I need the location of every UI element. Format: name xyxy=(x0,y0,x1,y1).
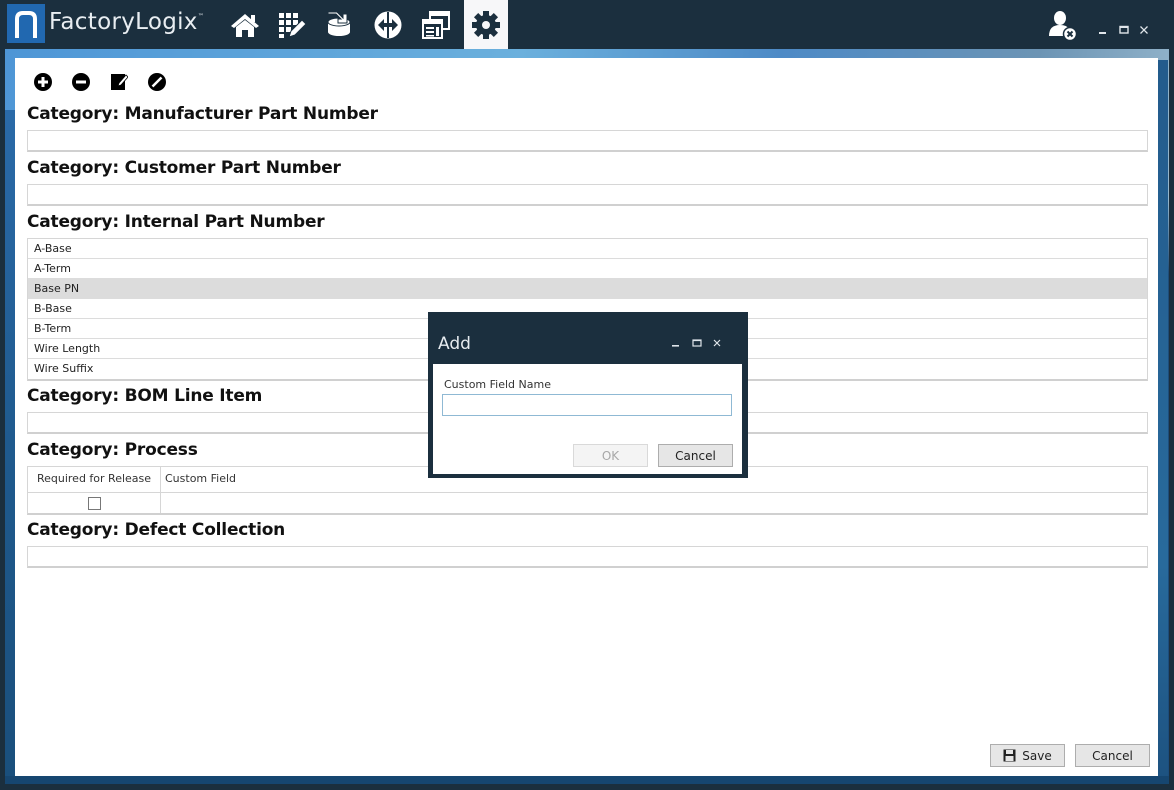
minimize-icon xyxy=(672,345,679,347)
dialog-minimize-button[interactable] xyxy=(670,337,682,349)
frame-left-edge xyxy=(5,110,15,780)
add-button[interactable] xyxy=(33,72,53,92)
category-prefix: Category: xyxy=(27,440,119,460)
custom-field-name-label: Custom Field Name xyxy=(444,378,551,391)
database-import-icon xyxy=(327,11,351,36)
list-item-selected[interactable]: Base PN xyxy=(28,279,1147,299)
category-prefix: Category: xyxy=(27,212,119,232)
custom-field-name-input[interactable] xyxy=(442,394,732,416)
minimize-icon xyxy=(1099,32,1106,34)
windows-icon xyxy=(422,10,450,39)
list-item[interactable]: A-Base xyxy=(28,239,1147,259)
defect-collection-list[interactable] xyxy=(27,546,1148,568)
home-icon xyxy=(231,13,259,37)
brand-prefix: Factory xyxy=(49,9,136,35)
nav-home[interactable] xyxy=(223,0,267,49)
category-prefix: Category: xyxy=(27,386,119,406)
category-name: Defect Collection xyxy=(124,520,286,540)
column-header-required[interactable]: Required for Release xyxy=(28,467,161,492)
app-logo xyxy=(7,4,45,43)
add-dialog: Add Custom Field Name OK Cancel xyxy=(428,312,748,478)
dialog-close-button[interactable] xyxy=(711,337,723,349)
frame-right-edge xyxy=(1158,60,1168,780)
remove-button[interactable] xyxy=(71,72,91,92)
edit-icon xyxy=(111,74,128,90)
user-logout-button[interactable] xyxy=(1048,10,1078,42)
category-prefix: Category: xyxy=(27,520,119,540)
cancel-label: Cancel xyxy=(1092,748,1133,763)
remove-icon xyxy=(72,73,90,91)
nav-database-import[interactable] xyxy=(317,0,361,49)
manufacturer-part-number-list[interactable] xyxy=(27,130,1148,152)
nav-exchange[interactable] xyxy=(366,0,410,49)
minimize-button[interactable] xyxy=(1095,22,1111,38)
save-icon xyxy=(1003,749,1016,762)
trademark: ™ xyxy=(197,13,205,20)
category-prefix: Category: xyxy=(27,158,119,178)
category-title: Category: Defect Collection xyxy=(27,520,285,540)
customer-part-number-list[interactable] xyxy=(27,184,1148,206)
dialog-maximize-button[interactable] xyxy=(691,337,703,349)
user-remove-icon xyxy=(1049,11,1078,42)
dialog-body: Custom Field Name OK Cancel xyxy=(433,364,742,474)
table-row xyxy=(28,492,1147,513)
exchange-icon xyxy=(374,11,402,38)
toolbar xyxy=(33,72,167,92)
category-name: Manufacturer Part Number xyxy=(124,104,378,124)
maximize-icon xyxy=(1119,25,1129,34)
close-icon xyxy=(1140,26,1148,34)
dialog-title: Add xyxy=(438,334,471,354)
category-name: Process xyxy=(124,440,198,460)
ok-button[interactable]: OK xyxy=(573,444,648,467)
save-button[interactable]: Save xyxy=(990,744,1065,767)
list-item[interactable]: A-Term xyxy=(28,259,1147,279)
nav-windows[interactable] xyxy=(414,0,458,49)
cancel-button[interactable]: Cancel xyxy=(1075,744,1150,767)
category-title: Category: Internal Part Number xyxy=(27,212,325,232)
edit-button[interactable] xyxy=(109,72,129,92)
nav-grid-edit[interactable] xyxy=(270,0,314,49)
logo-n-icon xyxy=(15,11,37,38)
table-cell-required xyxy=(28,493,161,513)
gear-icon xyxy=(472,10,500,39)
category-title: Category: BOM Line Item xyxy=(27,386,262,406)
table-cell-custom-field[interactable] xyxy=(161,493,1147,513)
maximize-button[interactable] xyxy=(1116,22,1132,38)
category-title: Category: Customer Part Number xyxy=(27,158,341,178)
disable-button[interactable] xyxy=(147,72,167,92)
close-icon xyxy=(713,339,721,347)
save-label: Save xyxy=(1022,748,1052,763)
add-icon xyxy=(34,73,52,91)
category-name: Customer Part Number xyxy=(124,158,341,178)
maximize-icon xyxy=(692,339,702,347)
title-bar: FactoryLogix™ xyxy=(0,0,1174,49)
required-for-release-checkbox[interactable] xyxy=(87,497,101,510)
category-name: BOM Line Item xyxy=(124,386,263,406)
brand-suffix: Logix xyxy=(135,9,198,35)
close-button[interactable] xyxy=(1136,22,1152,38)
nav-settings[interactable] xyxy=(464,0,508,49)
disable-icon xyxy=(148,73,166,91)
frame-bottom-edge xyxy=(5,776,1169,784)
category-prefix: Category: xyxy=(27,104,119,124)
grid-edit-icon xyxy=(279,12,307,38)
category-name: Internal Part Number xyxy=(124,212,325,232)
category-title: Category: Process xyxy=(27,440,198,460)
app-brand: FactoryLogix™ xyxy=(49,9,204,35)
category-title: Category: Manufacturer Part Number xyxy=(27,104,378,124)
dialog-cancel-button[interactable]: Cancel xyxy=(658,444,733,467)
